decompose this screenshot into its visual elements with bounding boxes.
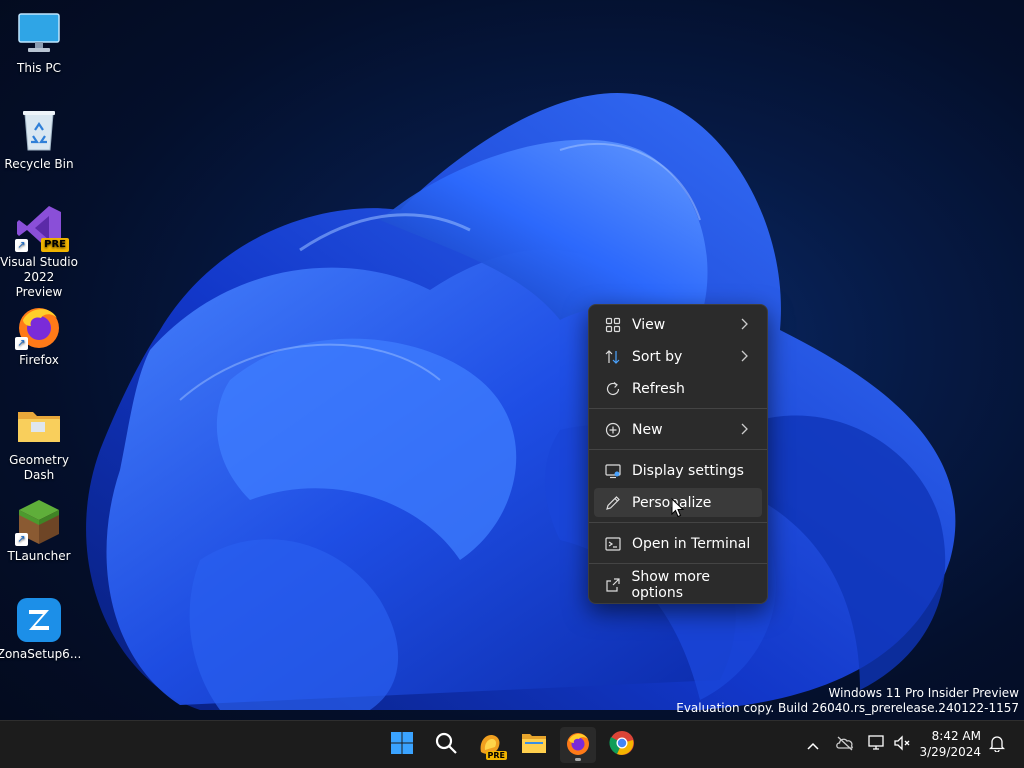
pre-badge: PRE: [485, 751, 507, 760]
plus-circle-icon: [604, 421, 622, 439]
desktop-icon-tlauncher[interactable]: ↗ TLauncher: [0, 498, 78, 564]
desktop-icon-geometry-dash[interactable]: Geometry Dash: [0, 402, 78, 483]
desktop-icon-label: ZonaSetup6...: [0, 647, 82, 661]
clock-date: 3/29/2024: [919, 745, 981, 759]
notification-bell-icon: [988, 734, 1006, 756]
menu-item-label: Open in Terminal: [632, 535, 751, 552]
display-icon: [604, 462, 622, 480]
shortcut-arrow-icon: ↗: [15, 337, 28, 350]
zona-icon: [15, 596, 63, 644]
taskbar-file-explorer-button[interactable]: [516, 727, 552, 763]
visual-studio-icon: PRE ↗: [15, 204, 69, 252]
desktop-icon-this-pc[interactable]: This PC: [0, 10, 78, 76]
minecraft-grass-block-icon: ↗: [15, 498, 63, 546]
desktop-icon-label: This PC: [17, 61, 61, 75]
taskbar-firefox-button[interactable]: [560, 727, 596, 763]
search-icon: [434, 731, 458, 759]
taskbar: PRE 8:42 AM 3/29/2024: [0, 720, 1024, 768]
desktop-icon-zonasetup[interactable]: ZonaSetup6...: [0, 596, 82, 662]
menu-item-label: View: [632, 316, 666, 333]
desktop-icon-label: TLauncher: [7, 549, 71, 563]
desktop-icon-firefox[interactable]: ↗ Firefox: [0, 302, 78, 368]
clock-time: 8:42 AM: [931, 729, 981, 743]
windows-start-icon: [390, 731, 414, 759]
watermark-build: Evaluation copy. Build 26040.rs_prerelea…: [676, 701, 1019, 715]
share-icon: [604, 576, 621, 594]
firefox-icon: [565, 730, 591, 760]
chevron-right-icon: [740, 350, 748, 366]
menu-item-label: Sort by: [632, 348, 683, 365]
menu-item-view[interactable]: View: [594, 310, 762, 339]
tray-overflow-button[interactable]: [803, 733, 823, 757]
mouse-cursor-icon: [671, 498, 685, 518]
sort-icon: [604, 348, 622, 366]
menu-item-refresh[interactable]: Refresh: [594, 374, 762, 403]
pen-icon: [604, 494, 622, 512]
refresh-icon: [604, 380, 622, 398]
chevron-up-icon: [806, 736, 820, 755]
pre-badge: PRE: [41, 238, 69, 252]
running-indicator: [575, 758, 581, 761]
menu-item-label: Refresh: [632, 380, 685, 397]
menu-separator: [589, 563, 767, 564]
menu-item-label: Show more options: [631, 568, 710, 601]
desktop-icon-recycle-bin[interactable]: Recycle Bin: [0, 106, 78, 172]
menu-item-show-more-options[interactable]: Show more options: [594, 568, 762, 601]
menu-item-label: New: [632, 421, 663, 438]
recycle-bin-icon: [15, 106, 63, 154]
chevron-right-icon: [740, 318, 748, 334]
taskbar-chrome-button[interactable]: [604, 727, 640, 763]
terminal-icon: [604, 535, 622, 553]
tray-onedrive-button[interactable]: [834, 733, 856, 757]
menu-separator: [589, 408, 767, 409]
desktop-icon-label: Recycle Bin: [4, 157, 74, 171]
menu-item-display-settings[interactable]: Display settings: [594, 456, 762, 485]
network-icon: [867, 735, 887, 755]
folder-icon: [15, 402, 63, 450]
desktop-icon-label: Geometry Dash: [9, 453, 69, 482]
tray-notifications-button[interactable]: [986, 733, 1008, 757]
shortcut-arrow-icon: ↗: [15, 533, 28, 546]
menu-item-new[interactable]: New: [594, 415, 762, 444]
tray-volume-button[interactable]: [892, 733, 912, 757]
shortcut-arrow-icon: ↗: [15, 239, 28, 252]
volume-muted-icon: [893, 735, 911, 755]
monitor-icon: [15, 10, 63, 58]
taskbar-copilot-button[interactable]: PRE: [472, 727, 508, 763]
watermark-edition: Windows 11 Pro Insider Preview: [828, 686, 1019, 700]
menu-item-sort-by[interactable]: Sort by: [594, 342, 762, 371]
menu-separator: [589, 522, 767, 523]
desktop-icon-label: Visual Studio 2022 Preview: [0, 255, 78, 299]
firefox-icon: ↗: [15, 302, 63, 350]
chrome-icon: [609, 730, 635, 760]
onedrive-offline-icon: [835, 735, 855, 755]
chevron-right-icon: [740, 423, 748, 439]
taskbar-search-button[interactable]: [428, 727, 464, 763]
grid-view-icon: [604, 316, 622, 334]
copilot-pre-icon: PRE: [477, 732, 507, 760]
menu-item-open-in-terminal[interactable]: Open in Terminal: [594, 529, 762, 558]
taskbar-start-button[interactable]: [384, 727, 420, 763]
menu-item-label: Display settings: [632, 462, 744, 479]
desktop-icon-visual-studio[interactable]: PRE ↗ Visual Studio 2022 Preview: [0, 204, 78, 300]
windows-watermark: Windows 11 Pro Insider Preview Evaluatio…: [676, 686, 1019, 716]
desktop-wallpaper: [86, 92, 956, 710]
taskbar-clock[interactable]: 8:42 AM 3/29/2024: [919, 728, 981, 760]
folder-icon: [521, 731, 547, 759]
desktop-context-menu: View Sort by Refresh New Display setting…: [588, 304, 768, 604]
desktop-icon-label: Firefox: [19, 353, 59, 367]
tray-network-button[interactable]: [866, 733, 888, 757]
menu-separator: [589, 449, 767, 450]
